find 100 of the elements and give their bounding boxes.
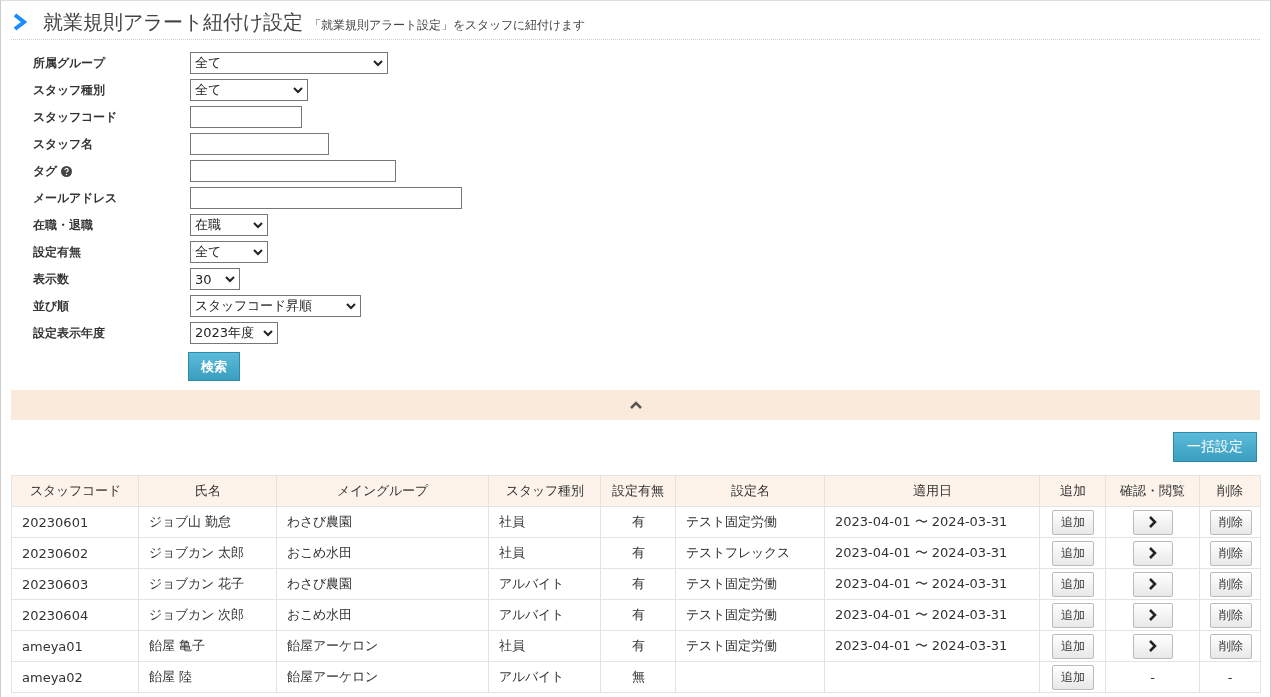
field-label: メールアドレス xyxy=(33,190,117,206)
table-cell: テスト固定労働 xyxy=(675,506,825,538)
table-cell: 2023-04-01 〜 2024-03-31 xyxy=(824,568,1040,600)
column-header: スタッフ種別 xyxy=(488,475,601,507)
field-label: スタッフ種別 xyxy=(33,82,105,98)
view-button[interactable] xyxy=(1132,540,1173,566)
table-cell: 有 xyxy=(600,630,676,662)
delete-button[interactable]: 削除 xyxy=(1210,509,1252,535)
view-button[interactable] xyxy=(1132,633,1173,659)
column-header: 確認・閲覧 xyxy=(1105,475,1200,507)
text-field[interactable] xyxy=(190,160,396,182)
field-label: 表示数 xyxy=(33,271,69,287)
delete-button[interactable]: 削除 xyxy=(1210,633,1252,659)
field-label: 設定表示年度 xyxy=(33,325,105,341)
delete-button[interactable]: 削除 xyxy=(1210,540,1252,566)
page-title: 就業規則アラート紐付け設定 xyxy=(43,9,303,36)
table-cell: 無 xyxy=(600,661,676,693)
view-button[interactable] xyxy=(1132,602,1173,628)
table-cell: - xyxy=(1199,661,1261,693)
column-header: 適用日 xyxy=(824,475,1040,507)
delete-button[interactable]: 削除 xyxy=(1210,602,1252,628)
table-cell: 20230602 xyxy=(11,537,139,569)
table-cell: 飴屋アーケロン xyxy=(276,630,489,662)
table-cell: 社員 xyxy=(488,630,601,662)
view-button[interactable] xyxy=(1132,571,1173,597)
column-header: 設定名 xyxy=(675,475,825,507)
column-header: 設定有無 xyxy=(600,475,676,507)
table-cell: おこめ水田 xyxy=(276,599,489,631)
field-label: スタッフ名 xyxy=(33,136,93,152)
text-field[interactable] xyxy=(190,106,302,128)
table-cell: ジョブカン 太郎 xyxy=(138,537,277,569)
select-field[interactable]: 在職 xyxy=(190,214,268,236)
add-button[interactable]: 追加 xyxy=(1051,571,1094,597)
column-header: 削除 xyxy=(1199,475,1261,507)
field-label: 在職・退職 xyxy=(33,217,93,233)
chevron-icon xyxy=(13,13,27,31)
add-button[interactable]: 追加 xyxy=(1051,540,1094,566)
table-cell: アルバイト xyxy=(488,599,601,631)
table-cell: アルバイト xyxy=(488,568,601,600)
caret-icon xyxy=(253,248,263,256)
select-field[interactable]: 全て xyxy=(190,52,388,74)
caret-icon xyxy=(346,302,356,310)
delete-button[interactable]: 削除 xyxy=(1210,571,1252,597)
table-cell: ameya02 xyxy=(11,661,139,693)
table-cell: ameya01 xyxy=(11,630,139,662)
column-header: メイングループ xyxy=(276,475,489,507)
table-cell: 2023-04-01 〜 2024-03-31 xyxy=(824,630,1040,662)
field-label: スタッフコード xyxy=(33,109,117,125)
table-cell: 有 xyxy=(600,599,676,631)
caret-icon xyxy=(225,275,235,283)
table-cell: おこめ水田 xyxy=(276,537,489,569)
table-cell: 2023-04-01 〜 2024-03-31 xyxy=(824,537,1040,569)
table-cell: 2023-04-01 〜 2024-03-31 xyxy=(824,506,1040,538)
column-header: 氏名 xyxy=(138,475,277,507)
table-cell: 20230601 xyxy=(11,506,139,538)
table-cell: ジョブ山 勤怠 xyxy=(138,506,277,538)
table-cell: ジョブカン 花子 xyxy=(138,568,277,600)
table-cell: 有 xyxy=(600,568,676,600)
page-subtitle: 「就業規則アラート設定」をスタッフに紐付けます xyxy=(309,17,585,34)
chevron-up-icon xyxy=(629,401,642,409)
table-cell: わさび農園 xyxy=(276,568,489,600)
table-cell: わさび農園 xyxy=(276,506,489,538)
chevron-right-icon xyxy=(1148,609,1157,621)
add-button[interactable]: 追加 xyxy=(1051,602,1094,628)
field-label: 並び順 xyxy=(33,298,69,314)
table-cell: 20230603 xyxy=(11,568,139,600)
column-header: 追加 xyxy=(1039,475,1106,507)
caret-icon xyxy=(293,86,303,94)
table-cell: 飴屋アーケロン xyxy=(276,661,489,693)
field-label: 設定有無 xyxy=(33,244,81,260)
table-cell: テスト固定労働 xyxy=(675,568,825,600)
text-field[interactable] xyxy=(190,187,462,209)
table-cell: テストフレックス xyxy=(675,537,825,569)
field-label: 所属グループ xyxy=(33,55,105,71)
text-field[interactable] xyxy=(190,133,329,155)
column-header: スタッフコード xyxy=(11,475,139,507)
table-cell: 20230604 xyxy=(11,599,139,631)
chevron-right-icon xyxy=(1148,516,1157,528)
chevron-right-icon xyxy=(1148,547,1157,559)
table-cell: - xyxy=(1105,661,1200,693)
select-field[interactable]: 全て xyxy=(190,79,308,101)
chevron-right-icon xyxy=(1148,578,1157,590)
help-icon[interactable] xyxy=(61,165,72,177)
table-cell: 飴屋 亀子 xyxy=(138,630,277,662)
table-cell: テスト固定労働 xyxy=(675,599,825,631)
table-cell: アルバイト xyxy=(488,661,601,693)
caret-icon xyxy=(253,221,263,229)
table-cell: 飴屋 陸 xyxy=(138,661,277,693)
table-cell: ジョブカン 次郎 xyxy=(138,599,277,631)
select-field[interactable]: 30 xyxy=(190,268,240,290)
select-field[interactable]: 2023年度 xyxy=(190,322,278,344)
add-button[interactable]: 追加 xyxy=(1051,509,1094,535)
select-field[interactable]: スタッフコード昇順 xyxy=(190,295,361,317)
select-field[interactable]: 全て xyxy=(190,241,268,263)
add-button[interactable]: 追加 xyxy=(1051,633,1094,659)
view-button[interactable] xyxy=(1132,509,1173,535)
add-button[interactable]: 追加 xyxy=(1051,664,1094,690)
table-cell: 有 xyxy=(600,537,676,569)
table-cell: 社員 xyxy=(488,506,601,538)
field-label: タグ xyxy=(33,163,57,179)
